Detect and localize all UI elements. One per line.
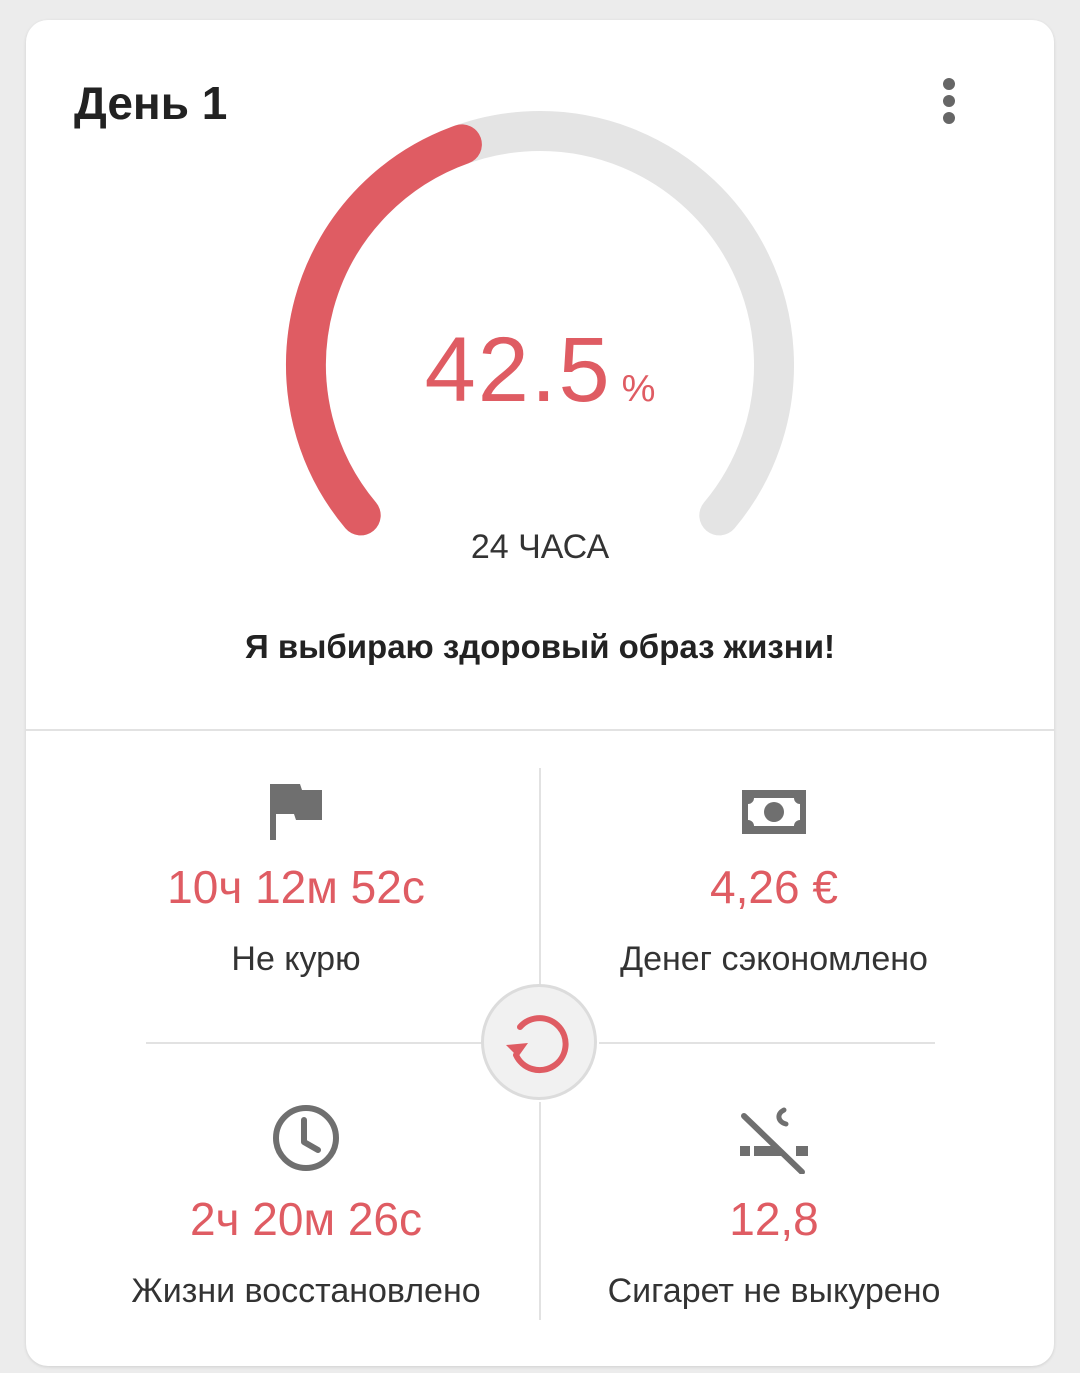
stat-life-regained: 2ч 20м 26с Жизни восстановлено xyxy=(66,1102,546,1311)
progress-value: 42.5 xyxy=(424,319,612,421)
motto-text: Я выбираю здоровый образ жизни! xyxy=(245,628,835,665)
clock-icon xyxy=(273,1105,339,1171)
progress-percentage: 42.5% xyxy=(26,318,1054,423)
stat-value: 2ч 20м 26с xyxy=(189,1193,423,1245)
stat-value: 10ч 12м 52с xyxy=(167,861,425,913)
progress-unit: % xyxy=(621,368,656,410)
reset-icon xyxy=(506,1015,569,1074)
stat-cigarettes-not-smoked: 12,8 Сигарет не выкурено xyxy=(534,1102,1014,1311)
progress-card: День 1 42.5% 24 ЧАСА Я выбираю здоровый … xyxy=(26,20,1054,1366)
stat-label: Жизни восстановлено xyxy=(131,1272,481,1310)
stat-label: Не курю xyxy=(231,940,361,978)
stat-label: Денег сэкономлено xyxy=(620,940,928,978)
grid-divider-horizontal-right xyxy=(599,1042,935,1044)
money-icon xyxy=(742,790,806,834)
stat-value: 12,8 xyxy=(729,1193,819,1245)
section-divider xyxy=(26,729,1054,731)
grid-divider-horizontal-left xyxy=(146,1042,482,1044)
stat-value: 4,26 € xyxy=(710,861,838,913)
flag-icon xyxy=(270,784,322,840)
gauge-label: 24 ЧАСА xyxy=(470,528,610,566)
stat-smoke-free-time: 10ч 12м 52с Не курю xyxy=(56,782,536,979)
stat-label: Сигарет не выкурено xyxy=(607,1272,941,1310)
no-smoking-icon xyxy=(740,1107,808,1174)
stat-money-saved: 4,26 € Денег сэкономлено xyxy=(534,782,1014,979)
reset-button[interactable] xyxy=(481,984,597,1100)
